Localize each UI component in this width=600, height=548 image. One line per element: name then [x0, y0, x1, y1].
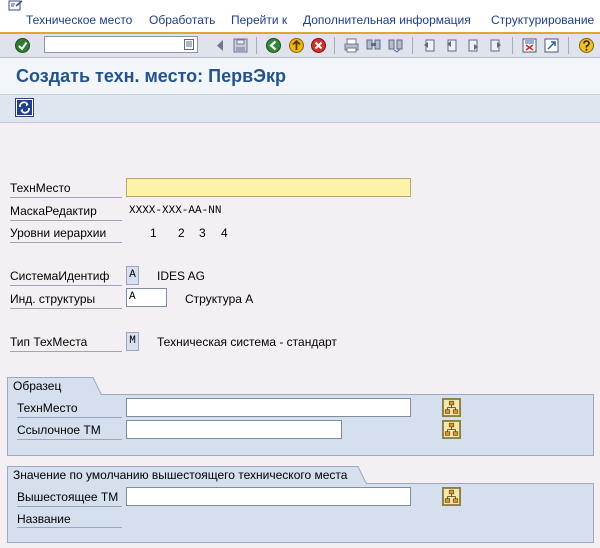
back-icon[interactable]: [265, 37, 282, 54]
label-underline: [17, 527, 122, 528]
label-underline: [10, 285, 122, 286]
structure-label: Инд. структуры: [10, 292, 96, 306]
level-1: 1: [150, 226, 157, 240]
toolbar-separator: [512, 37, 513, 54]
sample-group-title: Образец: [13, 379, 62, 393]
structure-description: Структура А: [185, 292, 254, 306]
type-description: Техническая система - стандарт: [157, 335, 337, 349]
hierarchy-icon[interactable]: [442, 487, 461, 506]
label-underline: [10, 220, 122, 221]
application-toolbar: [0, 95, 600, 123]
label-underline: [10, 197, 122, 198]
find-next-icon[interactable]: [387, 37, 404, 54]
last-page-icon[interactable]: [487, 37, 504, 54]
mask-value: XXXX-XXX-AA-NN: [129, 205, 222, 217]
level-2: 2: [178, 226, 185, 240]
type-value: M: [126, 332, 139, 351]
refresh-icon[interactable]: [15, 98, 34, 117]
find-icon[interactable]: [365, 37, 382, 54]
techmesto-input[interactable]: [126, 178, 411, 197]
exit-icon[interactable]: [288, 37, 305, 54]
reference-label: Ссылочное ТМ: [17, 423, 101, 437]
next-page-icon[interactable]: [465, 37, 482, 54]
toolbar-separator: [256, 37, 257, 54]
toolbar-separator: [334, 37, 335, 54]
toolbar-separator: [568, 37, 569, 54]
sample-techmesto-label: ТехнМесто: [17, 401, 78, 415]
techmesto-label: ТехнМесто: [10, 181, 71, 195]
cancel-icon[interactable]: [310, 37, 327, 54]
level-3: 3: [199, 226, 206, 240]
reference-input[interactable]: [126, 420, 342, 439]
menu-item-goto[interactable]: Перейти к: [231, 13, 287, 27]
menu-item-techmesto[interactable]: Техническое место: [26, 13, 132, 27]
command-field[interactable]: [44, 36, 198, 53]
menu-icon[interactable]: [8, 0, 24, 12]
sysid-description: IDES AG: [157, 269, 206, 283]
parent-group-title: Значение по умолчанию вышестоящего техни…: [13, 468, 348, 482]
sysid-label: СистемаИдентиф: [10, 269, 110, 283]
label-underline: [17, 417, 122, 418]
prev-page-icon[interactable]: [443, 37, 460, 54]
label-underline: [10, 242, 122, 243]
create-session-icon[interactable]: [521, 37, 538, 54]
parent-input[interactable]: [126, 487, 411, 506]
sample-techmesto-input[interactable]: [126, 398, 411, 417]
mask-label: МаскаРедактир: [10, 204, 97, 218]
sysid-value: A: [126, 266, 139, 285]
menu-item-extras[interactable]: Дополнительная информация: [303, 13, 471, 27]
hierarchy-icon[interactable]: [442, 398, 461, 417]
levels-label: Уровни иерархии: [10, 226, 107, 240]
label-underline: [17, 439, 122, 440]
label-underline: [10, 351, 122, 352]
hierarchy-icon[interactable]: [442, 420, 461, 439]
enter-icon[interactable]: [14, 37, 31, 54]
collapse-left-icon[interactable]: [212, 37, 229, 54]
name-label: Название: [17, 512, 71, 526]
structure-input[interactable]: A: [126, 288, 167, 307]
print-icon[interactable]: [343, 37, 360, 54]
label-underline: [10, 308, 122, 309]
parent-label: Вышестоящее ТМ: [17, 490, 119, 504]
help-icon[interactable]: [578, 37, 595, 54]
first-page-icon[interactable]: [421, 37, 438, 54]
toolbar-separator: [412, 37, 413, 54]
shortcut-icon[interactable]: [543, 37, 560, 54]
level-4: 4: [221, 226, 228, 240]
menu-item-structure[interactable]: Структурирование: [491, 13, 594, 27]
page-title: Создать техн. место: ПервЭкр: [16, 66, 286, 86]
save-icon[interactable]: [232, 37, 249, 54]
command-history-icon[interactable]: [184, 39, 194, 50]
menu-item-edit[interactable]: Обработать: [149, 13, 215, 27]
label-underline: [17, 506, 122, 507]
type-label: Тип ТехМеста: [10, 335, 88, 349]
